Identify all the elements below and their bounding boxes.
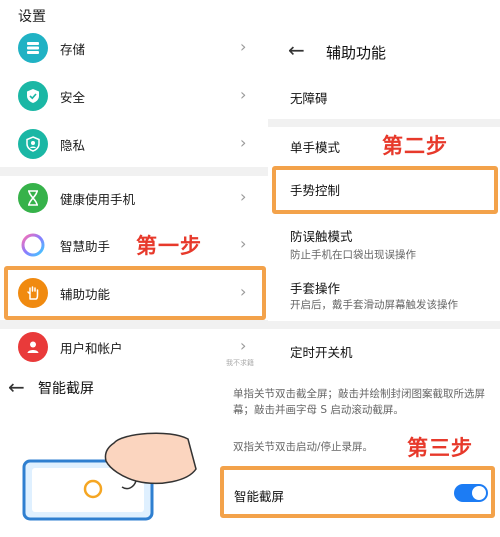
smart-screenshot-title: 智能截屏	[38, 381, 94, 397]
back-arrow-icon[interactable]: ←	[8, 375, 25, 399]
hourglass-icon	[18, 183, 48, 213]
divider	[268, 321, 500, 329]
user-icon	[18, 332, 48, 362]
chevron-right-icon: ›	[240, 37, 247, 56]
access-item-label: 防误触模式	[290, 229, 353, 244]
settings-item-smart-assistant[interactable]: 智慧助手 ›	[0, 223, 268, 269]
settings-panel: 设置 存储 › 安全 › 隐私 › 健康使用手机 › 智慧助手 › 辅助功能 ›…	[0, 0, 268, 370]
settings-item-label: 安全	[60, 90, 86, 105]
access-item-sub: 防止手机在口袋出现误操作	[290, 249, 416, 261]
divider	[0, 167, 268, 176]
highlight-box-step3	[220, 466, 495, 518]
access-item-label: 手套操作	[290, 281, 341, 296]
chevron-right-icon: ›	[240, 336, 247, 355]
access-item-anti-mistouch[interactable]: 防误触模式 防止手机在口袋出现误操作	[268, 220, 500, 270]
back-arrow-icon[interactable]: ←	[288, 38, 305, 62]
step3-label: 第三步	[407, 436, 473, 460]
settings-item-security[interactable]: 安全 ›	[0, 74, 268, 120]
divider	[268, 119, 500, 127]
accessibility-panel: ← 辅助功能 无障碍 单手模式 手势控制 防误触模式 防止手机在口袋出现误操作 …	[268, 0, 500, 370]
chevron-right-icon: ›	[240, 85, 247, 104]
access-item-glove-mode[interactable]: 手套操作 开启后，戴手套滑动屏幕触发该操作	[268, 272, 500, 320]
settings-item-storage[interactable]: 存储 ›	[0, 26, 268, 72]
chevron-right-icon: ›	[240, 234, 247, 253]
settings-item-label: 隐私	[60, 138, 86, 153]
step1-label: 第一步	[136, 234, 202, 258]
chevron-right-icon: ›	[240, 133, 247, 152]
access-item-scheduled-power[interactable]: 定时开关机	[268, 330, 500, 370]
highlight-box-step2	[272, 166, 498, 214]
access-item-label: 定时开关机	[290, 345, 353, 360]
step2-label: 第二步	[382, 134, 448, 158]
shield-check-icon	[18, 81, 48, 111]
screen-record-description: 双指关节双击启动/停止录屏。	[233, 441, 374, 453]
access-item-barrier-free[interactable]: 无障碍	[268, 74, 500, 118]
highlight-box-step1	[4, 266, 266, 320]
privacy-icon	[18, 129, 48, 159]
smart-screenshot-description: 单指关节双击截全屏；敲击并绘制封闭图案截取所选屏幕；敲击并画字母 S 启动滚动截…	[233, 388, 485, 416]
settings-item-label: 用户和帐户	[60, 341, 123, 356]
access-item-sub: 开启后，戴手套滑动屏幕触发该操作	[290, 299, 458, 311]
storage-icon	[18, 33, 48, 63]
settings-item-privacy[interactable]: 隐私 ›	[0, 122, 268, 168]
access-item-label: 单手模式	[290, 140, 341, 155]
access-item-label: 无障碍	[290, 91, 328, 106]
watermark: 我不求籍	[226, 359, 254, 367]
settings-title: 设置	[18, 9, 46, 25]
settings-item-label: 存储	[60, 42, 86, 57]
knuckle-gesture-illustration	[10, 425, 220, 533]
settings-item-label: 健康使用手机	[60, 192, 136, 207]
chevron-right-icon: ›	[240, 187, 247, 206]
assistant-ring-icon	[18, 230, 48, 260]
page-title: 辅助功能	[326, 44, 387, 62]
settings-item-digital-balance[interactable]: 健康使用手机 ›	[0, 176, 268, 222]
settings-item-label: 智慧助手	[60, 239, 111, 254]
